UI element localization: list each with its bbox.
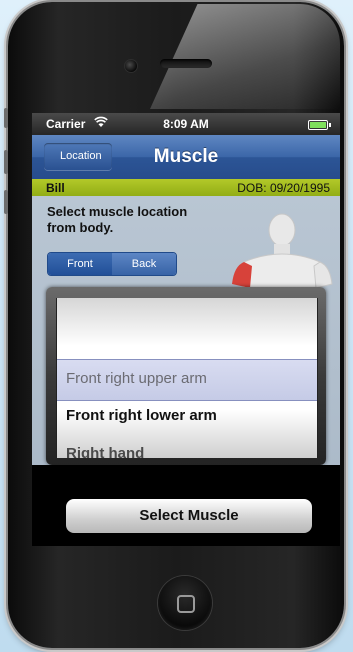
segment-back[interactable]: Back: [112, 253, 176, 275]
muscle-picker: Front right upper arm Front right lower …: [46, 287, 326, 465]
picker-wheel[interactable]: Front right upper arm Front right lower …: [56, 298, 318, 458]
segment-front[interactable]: Front: [48, 253, 112, 275]
clock: 8:09 AM: [163, 117, 209, 131]
highlighted-upper-arm: [232, 262, 252, 288]
volume-down-button: [4, 190, 8, 214]
volume-up-button: [4, 150, 8, 174]
earpiece-speaker: [160, 59, 212, 68]
picker-item[interactable]: Right hand: [57, 436, 317, 458]
status-bar: Carrier 8:09 AM: [32, 113, 340, 135]
home-square-icon: [177, 595, 195, 613]
home-button[interactable]: [158, 576, 212, 630]
battery-icon: [308, 120, 331, 130]
navigation-bar: Location Muscle: [32, 135, 340, 179]
patient-bar: Bill DOB: 09/20/1995: [32, 179, 340, 196]
select-muscle-button[interactable]: Select Muscle: [66, 499, 312, 533]
phone-screen: Carrier 8:09 AM Location Muscle Bill DOB…: [32, 113, 340, 546]
view-segmented-control: Front Back: [47, 252, 177, 276]
front-camera: [125, 60, 137, 72]
patient-name: Bill: [46, 181, 65, 195]
mute-switch: [4, 108, 8, 128]
picker-item[interactable]: Front right upper arm: [57, 361, 317, 397]
instructions-text: Select muscle location from body.: [47, 204, 188, 235]
picker-item[interactable]: Front right lower arm: [57, 398, 317, 434]
patient-dob: DOB: 09/20/1995: [237, 181, 330, 195]
page-title: Muscle: [153, 146, 219, 167]
